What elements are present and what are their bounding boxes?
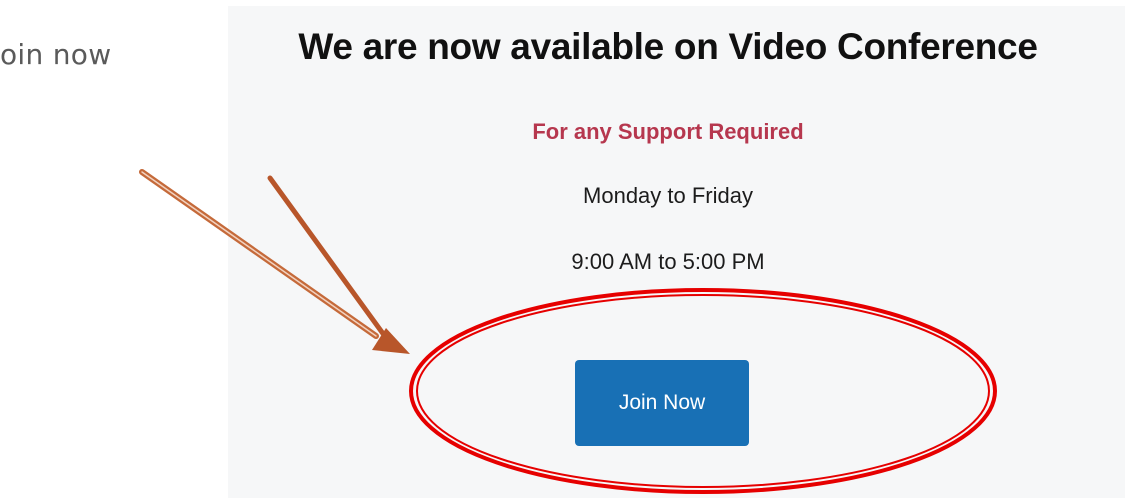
side-caption: oin now — [0, 38, 112, 71]
support-days: Monday to Friday — [583, 183, 753, 208]
video-conference-panel: We are now available on Video Conference… — [228, 6, 1125, 498]
support-label: For any Support Required — [532, 119, 804, 144]
support-hours: 9:00 AM to 5:00 PM — [571, 249, 765, 274]
panel-headline: We are now available on Video Conference — [298, 26, 1038, 67]
join-now-button[interactable]: Join Now — [575, 360, 749, 446]
